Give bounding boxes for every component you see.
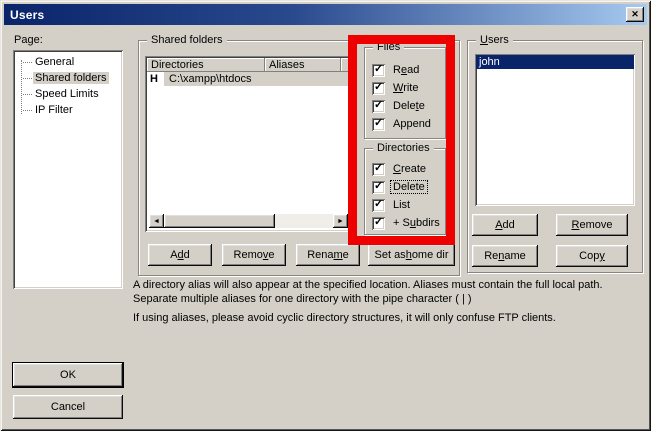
users-listbox[interactable]: john [475,54,635,206]
check-icon: ✓ [374,117,383,130]
listview-header: Directories Aliases [147,58,350,72]
scroll-left-icon: ◄ [153,218,160,225]
close-button[interactable]: ✕ [626,7,644,22]
directory-path: C:\xampp\htdocs [164,72,350,86]
check-icon: ✓ [374,180,383,193]
user-add-button[interactable]: Add [472,214,538,236]
scrollbar-thumb[interactable] [164,214,275,228]
create-checkbox-label: Create [391,163,428,175]
dir-delete-checkbox-label: Delete [391,181,427,193]
file-delete-checkbox-label: Delete [391,100,427,112]
subdirs-checkbox-label: + Subdirs [391,217,442,229]
checkbox-row-append[interactable]: ✓ Append [372,115,443,133]
sidebar-item-speed-limits[interactable]: Speed Limits [33,86,121,102]
user-rename-button[interactable]: Rename [472,245,538,267]
column-header-aliases[interactable]: Aliases [265,58,341,72]
sidebar-item-ip-filter[interactable]: IP Filter [33,102,121,118]
user-copy-button[interactable]: Copy [556,245,628,267]
check-icon: ✓ [374,162,383,175]
folder-remove-button[interactable]: Remove [222,244,286,266]
read-checkbox-label: Read [391,64,421,76]
check-icon: ✓ [374,198,383,211]
read-checkbox[interactable]: ✓ [372,64,385,77]
scrollbar-track[interactable] [275,214,333,228]
checkbox-row-dir-delete[interactable]: ✓ Delete [372,178,443,196]
list-checkbox[interactable]: ✓ [372,199,385,212]
list-item-user[interactable]: john [476,55,634,69]
check-icon: ✓ [374,99,383,112]
dir-delete-checkbox[interactable]: ✓ [372,181,385,194]
write-checkbox-label: Write [391,82,420,94]
create-checkbox[interactable]: ✓ [372,163,385,176]
set-as-home-dir-button[interactable]: Set as home dir [368,244,455,266]
checkbox-row-read[interactable]: ✓ Read [372,61,443,79]
subdirs-checkbox[interactable]: ✓ [372,217,385,230]
folder-rename-button[interactable]: Rename [296,244,360,266]
users-group-label: Users [476,34,513,46]
directories-group-label: Directories [373,142,434,154]
check-icon: ✓ [374,81,383,94]
horizontal-scrollbar[interactable]: ◄ ► [149,214,348,228]
write-checkbox[interactable]: ✓ [372,82,385,95]
checkbox-row-subdirs[interactable]: ✓ + Subdirs [372,214,443,232]
append-checkbox[interactable]: ✓ [372,118,385,131]
file-delete-checkbox[interactable]: ✓ [372,100,385,113]
sidebar-item-general[interactable]: General [33,54,121,70]
check-icon: ✓ [374,63,383,76]
home-flag: H [147,72,164,86]
checkbox-row-list[interactable]: ✓ List [372,196,443,214]
checkbox-row-write[interactable]: ✓ Write [372,79,443,97]
title-bar[interactable]: Users [4,4,647,25]
alias-note: A directory alias will also appear at th… [133,278,645,306]
files-group-label: Files [373,41,404,53]
notes-section: A directory alias will also appear at th… [133,278,645,330]
cancel-button[interactable]: Cancel [13,395,123,419]
cyclic-note: If using aliases, please avoid cyclic di… [133,311,645,325]
scroll-right-button[interactable]: ► [333,214,348,228]
close-icon: ✕ [631,10,639,19]
checkbox-row-file-delete[interactable]: ✓ Delete [372,97,443,115]
directories-listview[interactable]: Directories Aliases H C:\xampp\htdocs ◄ … [145,56,352,232]
append-checkbox-label: Append [391,118,433,130]
directories-group: Directories ✓ Create ✓ Delete ✓ List ✓ +… [364,148,446,235]
user-remove-button[interactable]: Remove [556,214,628,236]
ok-button[interactable]: OK [13,363,123,387]
page-label: Page: [14,34,43,46]
folder-add-button[interactable]: Add [148,244,212,266]
files-group: Files ✓ Read ✓ Write ✓ Delete ✓ Append [364,47,446,139]
sidebar-item-shared-folders[interactable]: Shared folders [33,70,121,86]
checkbox-row-create[interactable]: ✓ Create [372,160,443,178]
page-tree[interactable]: General Shared folders Speed Limits IP F… [13,50,123,289]
check-icon: ✓ [374,216,383,229]
column-header-filler [341,58,350,72]
scroll-left-button[interactable]: ◄ [149,214,164,228]
scroll-right-icon: ► [337,218,344,225]
list-checkbox-label: List [391,199,412,211]
table-row[interactable]: H C:\xampp\htdocs [147,72,350,86]
column-header-directories[interactable]: Directories [147,58,265,72]
shared-folders-group-label: Shared folders [147,34,227,46]
window-title: Users [10,8,44,22]
